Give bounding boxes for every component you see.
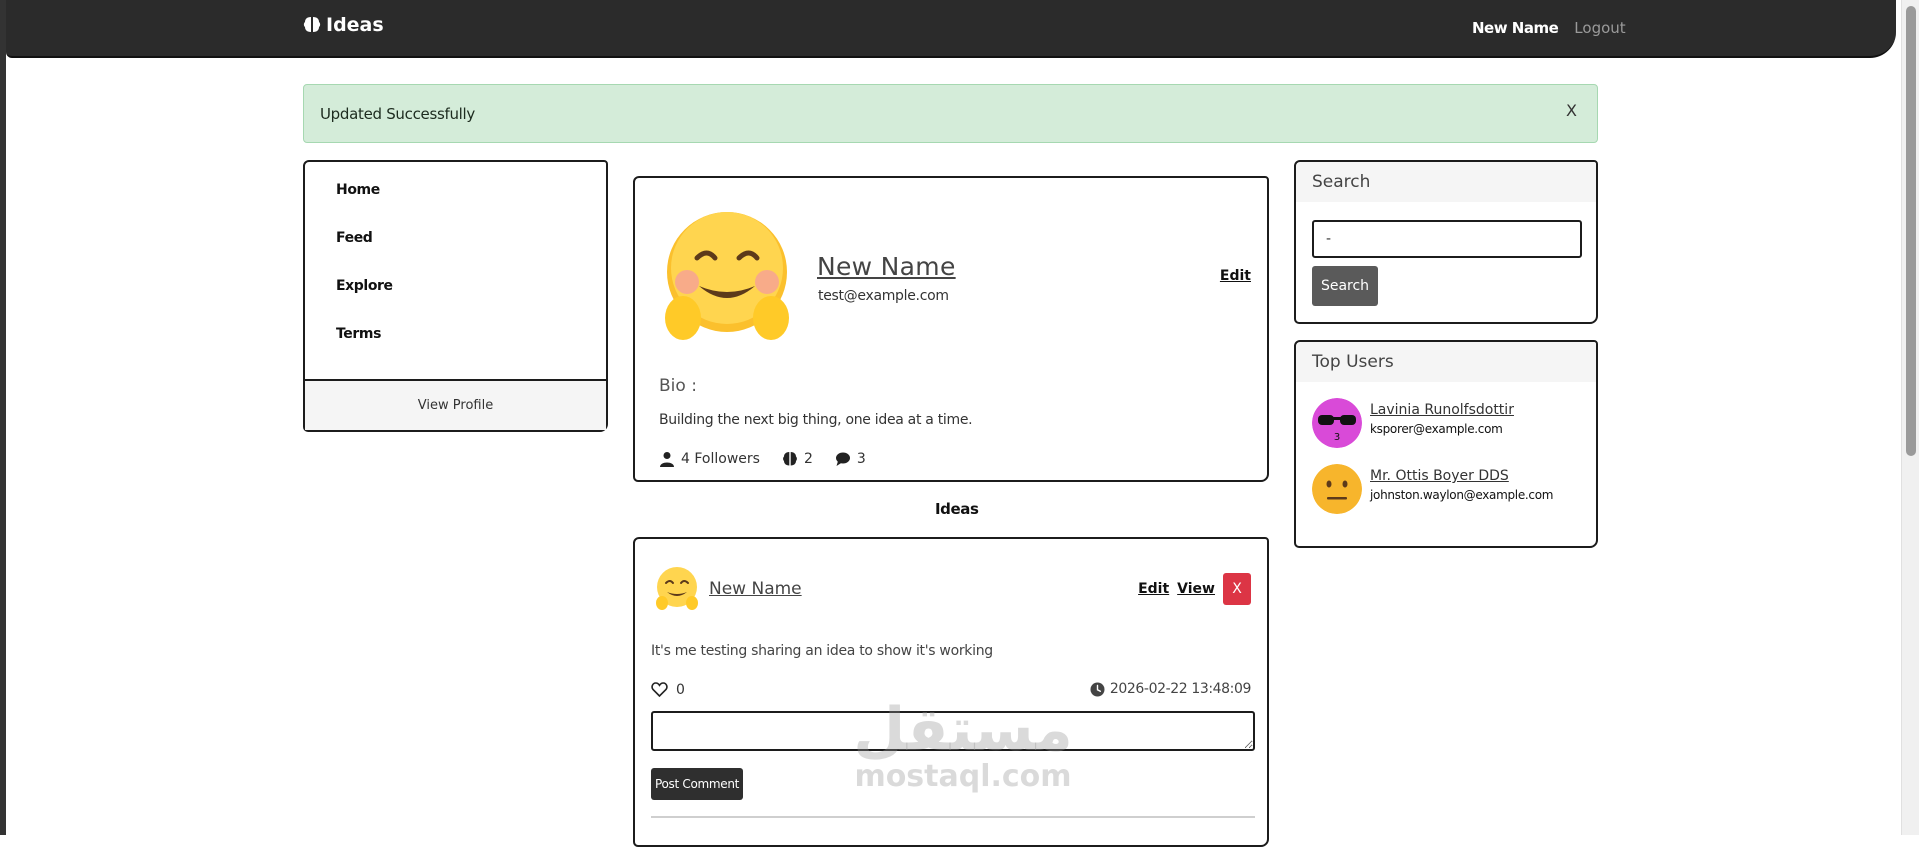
post-comment-label: Post Comment: [654, 777, 740, 791]
user-icon: [660, 452, 674, 467]
idea-delete-button[interactable]: X: [1223, 573, 1251, 605]
idea-author-link[interactable]: New Name: [709, 579, 802, 599]
menu-item-feed[interactable]: Feed: [305, 230, 606, 278]
profile-email: test@example.com: [818, 288, 949, 304]
alert-message: Updated Successfully: [320, 105, 475, 123]
top-user-item: 3 Lavinia Runolfsdottir ksporer@example.…: [1312, 398, 1514, 448]
comments-count: 3: [856, 451, 866, 467]
profile-avatar: [665, 212, 789, 340]
page-scrollbar[interactable]: [1901, 0, 1919, 835]
top-user-name-link[interactable]: Mr. Ottis Boyer DDS: [1370, 468, 1553, 484]
brain-icon: [303, 17, 321, 32]
search-button[interactable]: Search: [1312, 266, 1378, 306]
profile-edit-link[interactable]: Edit: [1220, 268, 1251, 284]
success-alert: Updated Successfully X: [303, 84, 1598, 143]
top-user-email: johnston.waylon@example.com: [1370, 488, 1554, 502]
like-button[interactable]: 0: [651, 681, 685, 698]
sunglasses-avatar: 3: [1312, 398, 1362, 448]
alert-close-button[interactable]: X: [1566, 101, 1577, 120]
side-menu: Home Feed Explore Terms View Profile: [303, 160, 608, 432]
top-user-item: Mr. Ottis Boyer DDS johnston.waylon@exam…: [1312, 464, 1553, 514]
top-users-panel: Top Users 3 Lavinia Runolfsdottir kspore…: [1294, 340, 1598, 548]
ideas-heading: Ideas: [935, 500, 979, 518]
search-panel: Search Search: [1294, 160, 1598, 324]
menu-item-home[interactable]: Home: [305, 182, 606, 230]
comment-icon: [835, 452, 850, 466]
navbar: Ideas New Name Logout: [6, 0, 1896, 58]
idea-author-avatar: [656, 567, 698, 610]
bio-label: Bio :: [659, 376, 697, 396]
clock-icon: [1090, 682, 1105, 696]
profile-name-link[interactable]: New Name: [817, 252, 956, 281]
idea-edit-link[interactable]: Edit: [1138, 581, 1169, 597]
top-user-email: ksporer@example.com: [1370, 422, 1503, 436]
watermark: مستقل mostaql.com: [848, 700, 1078, 794]
menu-item-explore[interactable]: Explore: [305, 278, 606, 326]
brand-link[interactable]: Ideas: [302, 14, 384, 36]
brain-icon: [783, 452, 797, 466]
watermark-arabic: مستقل: [853, 695, 1073, 765]
divider: [651, 816, 1255, 818]
search-button-label: Search: [1320, 278, 1370, 294]
ideas-count: 2: [803, 451, 813, 467]
top-user-name-link[interactable]: Lavinia Runolfsdottir: [1370, 402, 1514, 418]
idea-view-link[interactable]: View: [1177, 581, 1215, 597]
heart-icon: [651, 682, 668, 698]
profile-stats: 4 Followers 2 3: [659, 451, 866, 467]
search-input[interactable]: [1312, 220, 1582, 258]
svg-text:3: 3: [1334, 432, 1340, 443]
view-profile-link[interactable]: View Profile: [305, 379, 606, 430]
profile-card: New Name test@example.com Edit Bio : Bui…: [633, 176, 1269, 482]
logout-link[interactable]: Logout: [1574, 19, 1625, 37]
watermark-latin: mostaql.com: [854, 759, 1072, 794]
scrollbar-thumb[interactable]: [1906, 6, 1916, 456]
nav-user-link[interactable]: New Name: [1472, 19, 1559, 37]
followers-count[interactable]: 4 Followers: [681, 451, 760, 467]
menu-item-terms[interactable]: Terms: [305, 326, 606, 374]
window-edge: [0, 0, 6, 835]
post-comment-button[interactable]: Post Comment: [651, 768, 743, 800]
timestamp-text: 2026-02-22 13:48:09: [1109, 681, 1251, 697]
idea-timestamp: 2026-02-22 13:48:09: [1090, 681, 1251, 697]
idea-card: New Name Edit View X It's me testing sha…: [633, 537, 1269, 847]
likes-count: 0: [676, 681, 685, 698]
idea-content: It's me testing sharing an idea to show …: [651, 643, 993, 659]
brand-label: Ideas: [326, 14, 384, 36]
search-panel-title: Search: [1296, 162, 1596, 202]
neutral-face-avatar: [1312, 464, 1362, 514]
bio-text: Building the next big thing, one idea at…: [659, 412, 973, 428]
view-profile-label: View Profile: [417, 398, 494, 413]
top-users-title: Top Users: [1296, 342, 1596, 382]
